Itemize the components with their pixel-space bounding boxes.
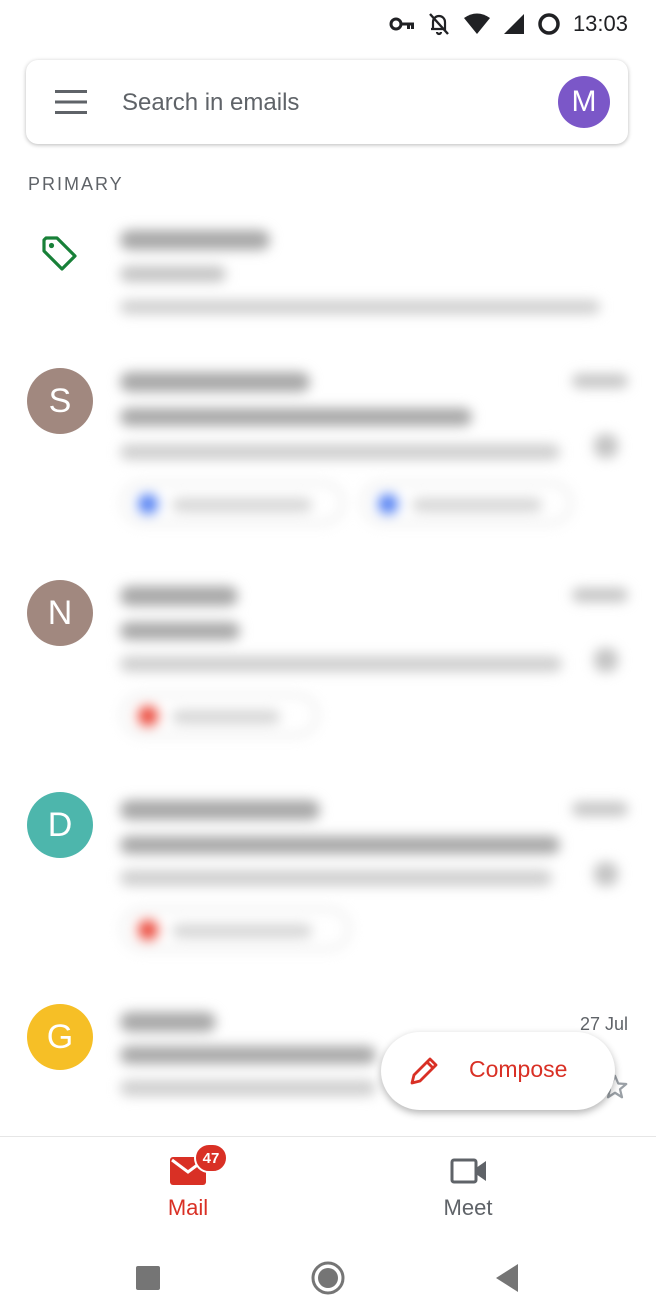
- back-icon[interactable]: [488, 1258, 528, 1298]
- video-camera-icon: [450, 1158, 486, 1184]
- wifi-icon: [463, 13, 490, 34]
- home-icon[interactable]: [308, 1258, 348, 1298]
- promotions-row[interactable]: [0, 212, 656, 340]
- blurred-content: [0, 212, 656, 340]
- compose-label: Compose: [469, 1056, 568, 1082]
- search-input[interactable]: [120, 80, 524, 126]
- nav-mail[interactable]: 47 Mail: [88, 1137, 288, 1241]
- unread-badge: 47: [194, 1143, 228, 1173]
- nav-meet-label: Meet: [443, 1195, 493, 1220]
- email-date: 27 Jul: [579, 1014, 628, 1034]
- status-icons: 13:03: [389, 8, 628, 40]
- menu-icon[interactable]: [54, 88, 88, 116]
- blurred-content: [0, 352, 656, 548]
- pencil-icon: [410, 1057, 438, 1085]
- search-bar[interactable]: M: [26, 60, 628, 144]
- email-row[interactable]: N: [0, 566, 656, 762]
- blurred-content: [0, 566, 656, 762]
- nav-mail-label: Mail: [167, 1195, 209, 1220]
- status-time: 13:03: [572, 11, 628, 36]
- vpn-key-icon: [389, 17, 414, 31]
- status-bar: 13:03: [0, 0, 656, 48]
- system-nav-bar: [0, 1240, 656, 1312]
- cell-signal-icon: [503, 14, 524, 34]
- nav-meet[interactable]: Meet: [368, 1137, 568, 1241]
- recents-icon[interactable]: [128, 1258, 168, 1298]
- sync-status-icon: [538, 13, 560, 35]
- email-row[interactable]: D: [0, 780, 656, 976]
- bottom-nav: 47 Mail Meet: [0, 1136, 656, 1241]
- email-row[interactable]: S: [0, 352, 656, 548]
- account-avatar[interactable]: M: [558, 76, 610, 128]
- notifications-off-icon: [429, 13, 449, 36]
- blurred-content: [0, 780, 656, 976]
- compose-button[interactable]: Compose: [381, 1032, 615, 1110]
- section-label: PRIMARY: [28, 174, 124, 194]
